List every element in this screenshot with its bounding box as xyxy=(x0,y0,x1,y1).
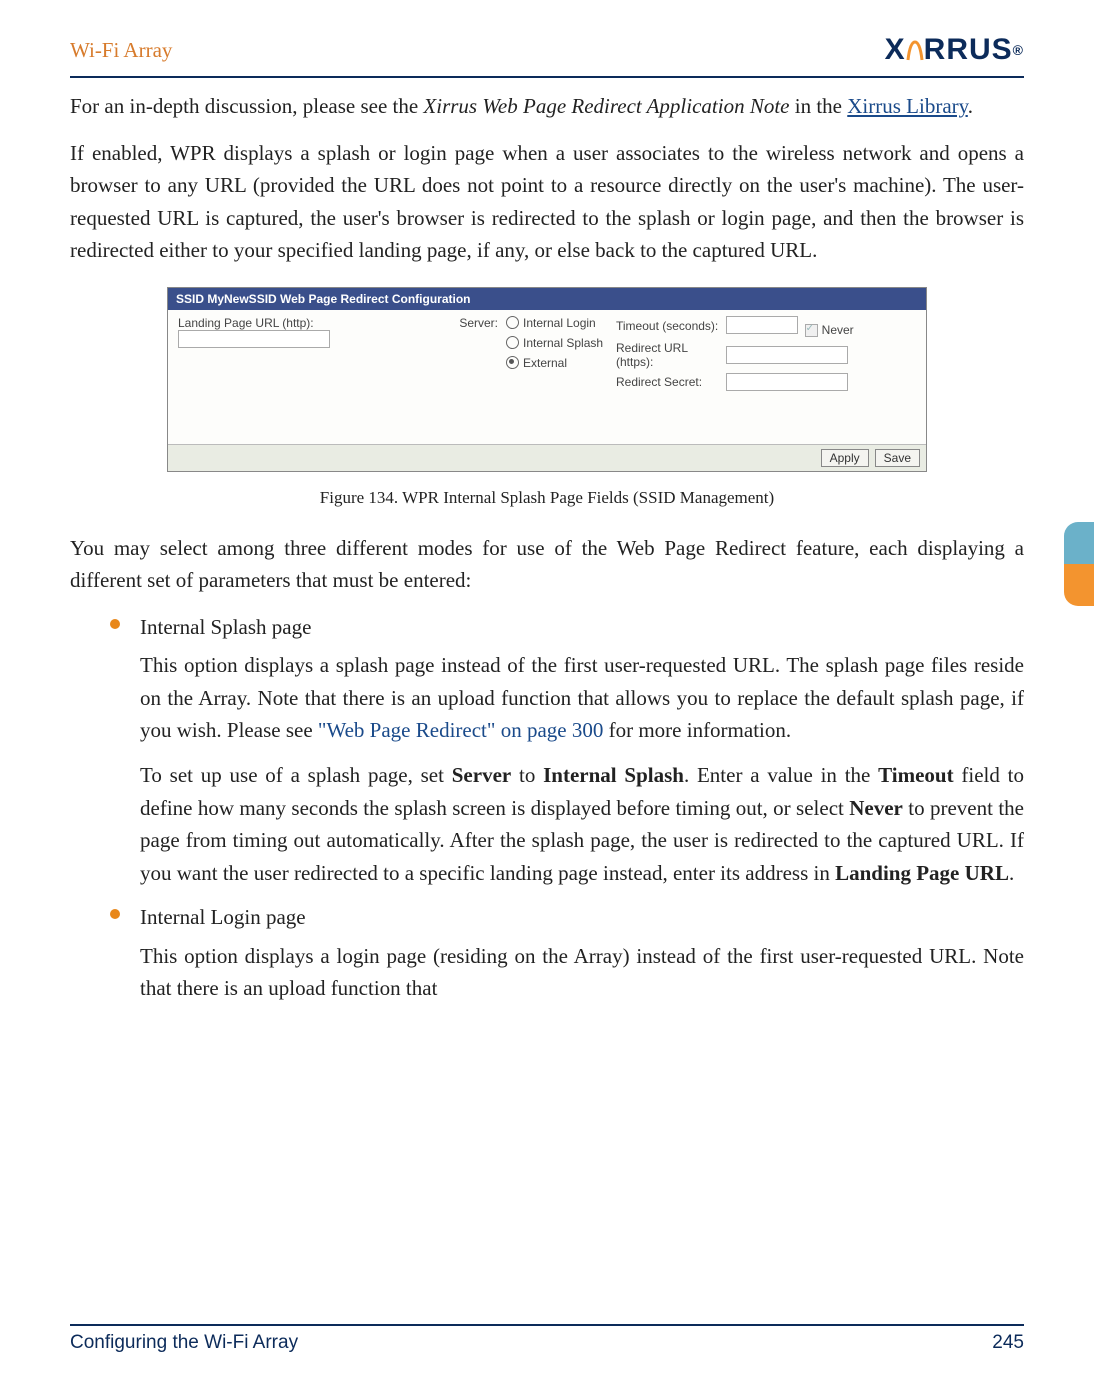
redirect-url-input[interactable] xyxy=(726,346,848,364)
landing-page-label: Landing Page URL (http): xyxy=(178,316,418,330)
xirrus-library-link[interactable]: Xirrus Library xyxy=(847,94,968,118)
bullet1-para1: This option displays a splash page inste… xyxy=(140,649,1024,747)
page-footer: Configuring the Wi-Fi Array 245 xyxy=(70,1324,1024,1354)
server-label: Server: xyxy=(418,316,498,330)
figure-titlebar: SSID MyNewSSID Web Page Redirect Configu… xyxy=(168,288,926,310)
footer-section: Configuring the Wi-Fi Array xyxy=(70,1332,298,1354)
brand-text: X RRUS® xyxy=(885,33,1024,67)
bullet1-title: Internal Splash page xyxy=(140,615,311,639)
mid-para: You may select among three different mod… xyxy=(70,532,1024,597)
page-header: Wi-Fi Array X RRUS® xyxy=(70,30,1024,70)
intro-para-1: For an in-depth discussion, please see t… xyxy=(70,90,1024,123)
save-button[interactable]: Save xyxy=(875,449,920,467)
intro-para-2: If enabled, WPR displays a splash or log… xyxy=(70,137,1024,267)
radio-internal-login[interactable] xyxy=(506,316,519,329)
wpr-config-figure: SSID MyNewSSID Web Page Redirect Configu… xyxy=(167,287,927,472)
page-number: 245 xyxy=(992,1332,1024,1354)
header-rule xyxy=(70,76,1024,78)
bullet2-para1: This option displays a login page (resid… xyxy=(140,940,1024,1005)
bullet2-title: Internal Login page xyxy=(140,905,306,929)
apply-button[interactable]: Apply xyxy=(821,449,869,467)
timeout-input[interactable] xyxy=(726,316,798,334)
header-title: Wi-Fi Array xyxy=(70,38,172,63)
redirect-secret-input[interactable] xyxy=(726,373,848,391)
bullet-dot-icon xyxy=(110,909,120,919)
landing-page-input[interactable] xyxy=(178,330,330,348)
opt-external: External xyxy=(523,356,567,370)
bullet1-para2: To set up use of a splash page, set Serv… xyxy=(140,759,1024,889)
opt-internal-splash: Internal Splash xyxy=(523,336,603,350)
redirect-secret-label: Redirect Secret: xyxy=(616,375,726,389)
never-label: Never xyxy=(822,323,854,337)
radio-external[interactable] xyxy=(506,356,519,369)
bullet-dot-icon xyxy=(110,619,120,629)
brand-logo: X RRUS® xyxy=(885,33,1024,67)
figure-caption: Figure 134. WPR Internal Splash Page Fie… xyxy=(167,488,927,508)
opt-internal-login: Internal Login xyxy=(523,316,596,330)
radio-internal-splash[interactable] xyxy=(506,336,519,349)
logo-wave-icon xyxy=(906,38,924,62)
timeout-label: Timeout (seconds): xyxy=(616,319,726,333)
bullet-internal-login: Internal Login page This option displays… xyxy=(110,901,1024,1005)
never-checkbox[interactable] xyxy=(805,324,818,337)
wpr-page300-link[interactable]: "Web Page Redirect" on page 300 xyxy=(318,718,603,742)
bullet-internal-splash: Internal Splash page This option display… xyxy=(110,611,1024,889)
redirect-url-label: Redirect URL (https): xyxy=(616,341,726,369)
